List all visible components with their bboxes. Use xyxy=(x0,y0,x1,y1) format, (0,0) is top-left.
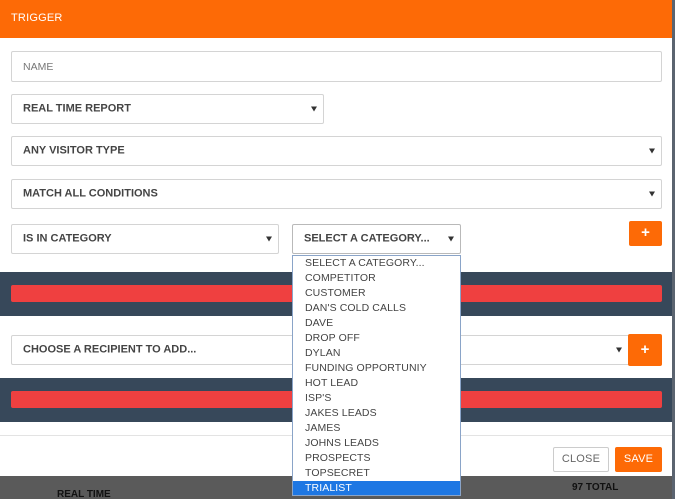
dropdown-option[interactable]: DAN'S COLD CALLS xyxy=(293,301,460,316)
name-input[interactable]: NAME xyxy=(11,51,662,82)
match-conditions-select[interactable]: MATCH ALL CONDITIONS xyxy=(11,179,662,209)
dropdown-option[interactable]: SELECT A CATEGORY... xyxy=(293,256,460,271)
dropdown-option[interactable]: DAVE xyxy=(293,316,460,331)
visitor-type-value: ANY VISITOR TYPE xyxy=(23,144,125,157)
backdrop-total-label: 97 TOTAL xyxy=(572,482,619,493)
category-dropdown-list[interactable]: SELECT A CATEGORY... COMPETITOR CUSTOMER… xyxy=(292,255,461,496)
dropdown-option[interactable]: TOPSECRET xyxy=(293,466,460,481)
dropdown-option[interactable]: DROP OFF xyxy=(293,331,460,346)
chevron-down-icon xyxy=(448,236,454,242)
add-recipient-button[interactable]: + xyxy=(628,334,662,366)
report-select-value: REAL TIME REPORT xyxy=(23,102,131,115)
modal-title: TRIGGER xyxy=(11,12,63,24)
dropdown-option[interactable]: FUNDING OPPORTUNIY xyxy=(293,361,460,376)
visitor-type-select[interactable]: ANY VISITOR TYPE xyxy=(11,136,662,166)
category-select-value: SELECT A CATEGORY... xyxy=(304,232,430,245)
dropdown-option[interactable]: JAKES LEADS xyxy=(293,406,460,421)
recipient-select-value: CHOOSE A RECIPIENT TO ADD... xyxy=(23,343,197,356)
dropdown-option[interactable]: ISP'S xyxy=(293,391,460,406)
chevron-down-icon xyxy=(311,106,317,112)
plus-icon: + xyxy=(640,341,650,358)
close-button[interactable]: CLOSE xyxy=(553,447,609,472)
save-button[interactable]: SAVE xyxy=(615,447,662,472)
dropdown-option[interactable]: COMPETITOR xyxy=(293,271,460,286)
dropdown-option[interactable]: CUSTOMER xyxy=(293,286,460,301)
dropdown-option[interactable]: JOHNS LEADS xyxy=(293,436,460,451)
dropdown-option[interactable]: HOT LEAD xyxy=(293,376,460,391)
condition-select-value: IS IN CATEGORY xyxy=(23,232,112,245)
dropdown-option-selected[interactable]: TRIALIST xyxy=(293,481,460,495)
modal-header: TRIGGER xyxy=(0,0,672,38)
add-condition-button[interactable]: + xyxy=(629,221,662,246)
chevron-down-icon xyxy=(649,148,655,154)
dropdown-option[interactable]: DYLAN xyxy=(293,346,460,361)
match-conditions-value: MATCH ALL CONDITIONS xyxy=(23,187,158,200)
dropdown-option[interactable]: JAMES xyxy=(293,421,460,436)
chevron-down-icon xyxy=(649,191,655,197)
chevron-down-icon xyxy=(616,347,622,353)
backdrop-report-label: REAL TIME xyxy=(57,489,111,500)
category-select[interactable]: SELECT A CATEGORY... xyxy=(292,224,461,254)
plus-icon: + xyxy=(641,224,650,241)
condition-select[interactable]: IS IN CATEGORY xyxy=(11,224,279,254)
name-placeholder: NAME xyxy=(23,60,54,73)
dropdown-option[interactable]: PROSPECTS xyxy=(293,451,460,466)
chevron-down-icon xyxy=(266,236,272,242)
report-select[interactable]: REAL TIME REPORT xyxy=(11,94,324,124)
